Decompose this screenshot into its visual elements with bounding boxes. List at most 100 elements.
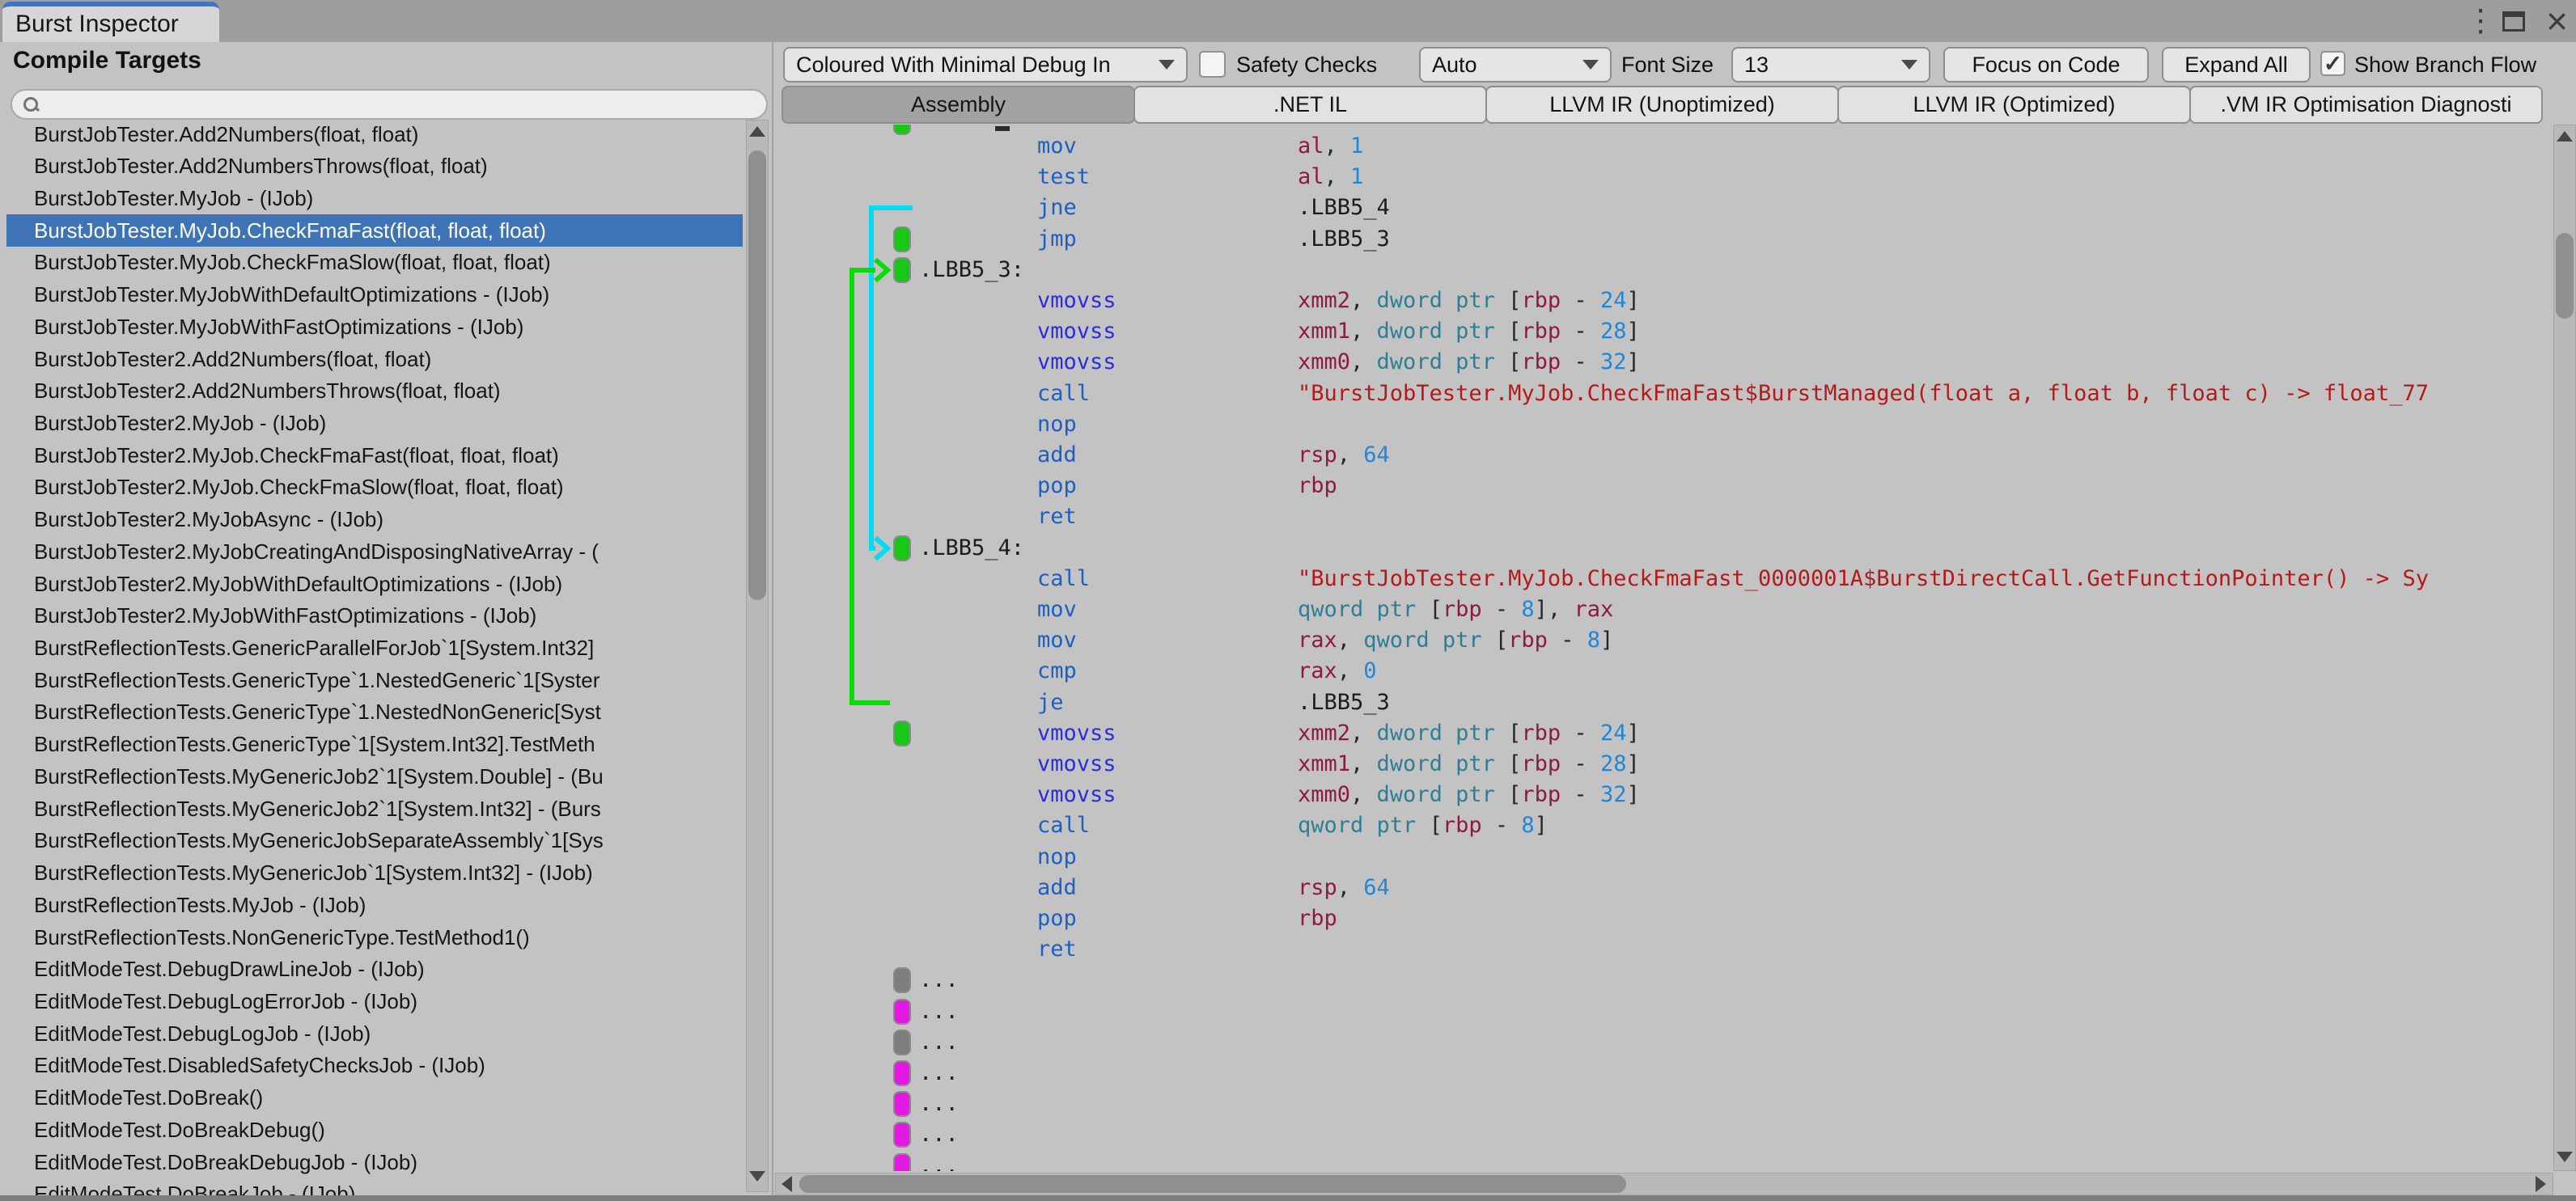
tab--vm-ir-optimisation-diagnosti[interactable]: .VM IR Optimisation Diagnosti: [2189, 86, 2543, 124]
list-item[interactable]: EditModeTest.DoBreak(): [6, 1082, 743, 1114]
list-item[interactable]: EditModeTest.DoBreakDebug(): [6, 1114, 743, 1146]
kebab-menu-icon[interactable]: ⋮: [2465, 0, 2496, 42]
list-item[interactable]: BurstReflectionTests.MyGenericJob2`1[Sys…: [6, 760, 743, 793]
list-item[interactable]: BurstReflectionTests.MyGenericJobSeparat…: [6, 825, 743, 857]
asm-operands: rbp: [1298, 471, 1337, 501]
list-item[interactable]: EditModeTest.DisabledSafetyChecksJob - (…: [6, 1050, 743, 1082]
asm-mnemonic: add: [1037, 874, 1077, 900]
collapsed-code-line: ...: [775, 1089, 2553, 1119]
safety-checks-label: Safety Checks: [1236, 52, 1378, 77]
list-item[interactable]: EditModeTest.DebugDrawLineJob - (IJob): [6, 954, 743, 986]
burst-inspector-window: Burst Inspector ⋮ × Compile Targets Burs…: [0, 0, 2576, 1201]
display-mode-value: Coloured With Minimal Debug In: [796, 52, 1111, 77]
display-mode-dropdown[interactable]: Coloured With Minimal Debug In: [783, 47, 1188, 82]
asm-token-ptr: dword ptr: [1376, 349, 1495, 375]
list-item[interactable]: BurstJobTester2.MyJobWithDefaultOptimiza…: [6, 568, 743, 600]
list-item[interactable]: EditModeTest.DebugLogErrorJob - (IJob): [6, 985, 743, 1017]
code-line: pop rbp: [775, 903, 2553, 934]
list-item[interactable]: BurstJobTester.MyJobWithFastOptimization…: [6, 311, 743, 343]
block-marker[interactable]: [893, 720, 911, 746]
list-item-label: BurstJobTester2.MyJob.CheckFmaFast(float…: [34, 442, 559, 467]
list-item[interactable]: EditModeTest.DoBreakDebugJob - (IJob): [6, 1146, 743, 1178]
list-item[interactable]: BurstJobTester2.MyJobWithFastOptimizatio…: [6, 600, 743, 632]
safety-checks-checkbox[interactable]: [1199, 51, 1226, 78]
block-marker[interactable]: [893, 535, 911, 561]
list-item[interactable]: EditModeTest.DoBreakJob - (IJob): [6, 1178, 743, 1195]
asm-mnemonic: pop: [1037, 906, 1077, 931]
tab-assembly[interactable]: Assembly: [782, 86, 1135, 124]
asm-mnemonic: jne: [1037, 195, 1077, 221]
block-marker[interactable]: [893, 1091, 911, 1118]
block-marker[interactable]: [893, 967, 911, 994]
tab-llvm-ir-optimized-[interactable]: LLVM IR (Optimized): [1837, 86, 2191, 124]
search-box[interactable]: [11, 89, 768, 120]
asm-token-num: 28: [1599, 319, 1627, 345]
search-input[interactable]: [46, 92, 745, 116]
asm-operands: xmm2, dword ptr [rbp - 24]: [1298, 718, 1640, 749]
asm-token-pun: ,: [1350, 751, 1377, 776]
scroll-down-icon[interactable]: [2557, 1152, 2573, 1162]
block-marker[interactable]: [893, 256, 911, 283]
list-item[interactable]: BurstJobTester2.MyJob.CheckFmaFast(float…: [6, 439, 743, 472]
list-item[interactable]: BurstJobTester2.MyJob - (IJob): [6, 407, 743, 439]
code-line: test al, 1: [775, 162, 2553, 192]
list-item[interactable]: BurstJobTester2.Add2Numbers(float, float…: [6, 343, 743, 375]
list-item[interactable]: BurstReflectionTests.GenericParallelForJ…: [6, 632, 743, 665]
code-hscrollbar-thumb[interactable]: [799, 1175, 1626, 1193]
asm-token-pun: ]: [1599, 628, 1614, 653]
block-marker[interactable]: [893, 1152, 911, 1171]
block-marker[interactable]: [893, 1060, 911, 1086]
list-item[interactable]: BurstJobTester.MyJob - (IJob): [6, 182, 743, 214]
collapsed-ellipsis: ...: [919, 1029, 959, 1055]
asm-token-num: 28: [1599, 751, 1627, 776]
asm-operands: qword ptr [rbp - 8]: [1298, 810, 1548, 841]
block-marker[interactable]: [893, 226, 911, 252]
list-item[interactable]: BurstJobTester.Add2NumbersThrows(float, …: [6, 150, 743, 183]
list-item[interactable]: BurstJobTester.MyJob.CheckFmaSlow(float,…: [6, 247, 743, 279]
font-size-dropdown[interactable]: 13: [1731, 47, 1930, 82]
scroll-left-icon[interactable]: [782, 1176, 792, 1192]
tab--net-il[interactable]: .NET IL: [1133, 86, 1487, 124]
list-item[interactable]: BurstJobTester.Add2Numbers(float, float): [6, 118, 743, 150]
window-tab-burst-inspector[interactable]: Burst Inspector: [2, 2, 219, 42]
block-marker[interactable]: [893, 1122, 911, 1148]
list-item[interactable]: BurstJobTester2.MyJob.CheckFmaSlow(float…: [6, 472, 743, 504]
code-line: .LBB5_4:: [775, 533, 2553, 564]
list-item[interactable]: BurstJobTester2.MyJobAsync - (IJob): [6, 504, 743, 536]
code-line: vmovss xmm2, dword ptr [rbp - 24]: [775, 718, 2553, 749]
list-item[interactable]: BurstJobTester.MyJobWithDefaultOptimizat…: [6, 279, 743, 311]
list-item[interactable]: BurstReflectionTests.MyGenericJob2`1[Sys…: [6, 793, 743, 825]
list-item[interactable]: BurstJobTester2.Add2NumbersThrows(float,…: [6, 375, 743, 408]
expand-all-button[interactable]: Expand All: [2162, 47, 2311, 82]
scroll-up-icon[interactable]: [749, 126, 765, 137]
focus-on-code-button[interactable]: Focus on Code: [1943, 47, 2149, 82]
list-item[interactable]: BurstJobTester.MyJob.CheckFmaFast(float,…: [6, 214, 743, 247]
asm-operands: al, 1: [1298, 162, 1363, 192]
scroll-right-icon[interactable]: [2536, 1176, 2546, 1192]
block-marker[interactable]: [893, 1029, 911, 1055]
tab-llvm-ir-unoptimized-[interactable]: LLVM IR (Unoptimized): [1485, 86, 1839, 124]
list-item[interactable]: BurstJobTester2.MyJobCreatingAndDisposin…: [6, 535, 743, 568]
list-item[interactable]: BurstReflectionTests.MyGenericJob`1[Syst…: [6, 857, 743, 890]
block-marker[interactable]: [893, 998, 911, 1025]
list-item[interactable]: BurstReflectionTests.MyJob - (IJob): [6, 889, 743, 921]
code-line: pop rbp: [775, 471, 2553, 501]
target-list-scrollbar-thumb[interactable]: [748, 150, 766, 600]
maximize-icon[interactable]: [2502, 11, 2526, 32]
list-item[interactable]: EditModeTest.DebugLogJob - (IJob): [6, 1017, 743, 1050]
asm-token-pun: [: [1416, 813, 1443, 839]
list-item[interactable]: BurstReflectionTests.NonGenericType.Test…: [6, 921, 743, 954]
safety-checks-dropdown[interactable]: Auto: [1419, 47, 1612, 82]
code-vscrollbar-thumb[interactable]: [2556, 233, 2574, 319]
list-item-label: EditModeTest.DisabledSafetyChecksJob - (…: [34, 1053, 485, 1078]
list-item[interactable]: BurstReflectionTests.GenericType`1.Neste…: [6, 664, 743, 696]
close-icon[interactable]: ×: [2546, 2, 2568, 40]
asm-operands: "BurstJobTester.MyJob.CheckFmaFast$Burst…: [1298, 378, 2429, 409]
list-item-label: EditModeTest.DebugLogJob - (IJob): [34, 1021, 371, 1046]
scroll-down-icon[interactable]: [749, 1171, 765, 1182]
collapsed-ellipsis: ...: [919, 967, 959, 993]
list-item[interactable]: BurstReflectionTests.GenericType`1[Syste…: [6, 729, 743, 761]
show-branch-flow-checkbox[interactable]: ✓: [2320, 51, 2345, 76]
scroll-up-icon[interactable]: [2557, 131, 2573, 142]
list-item[interactable]: BurstReflectionTests.GenericType`1.Neste…: [6, 696, 743, 729]
